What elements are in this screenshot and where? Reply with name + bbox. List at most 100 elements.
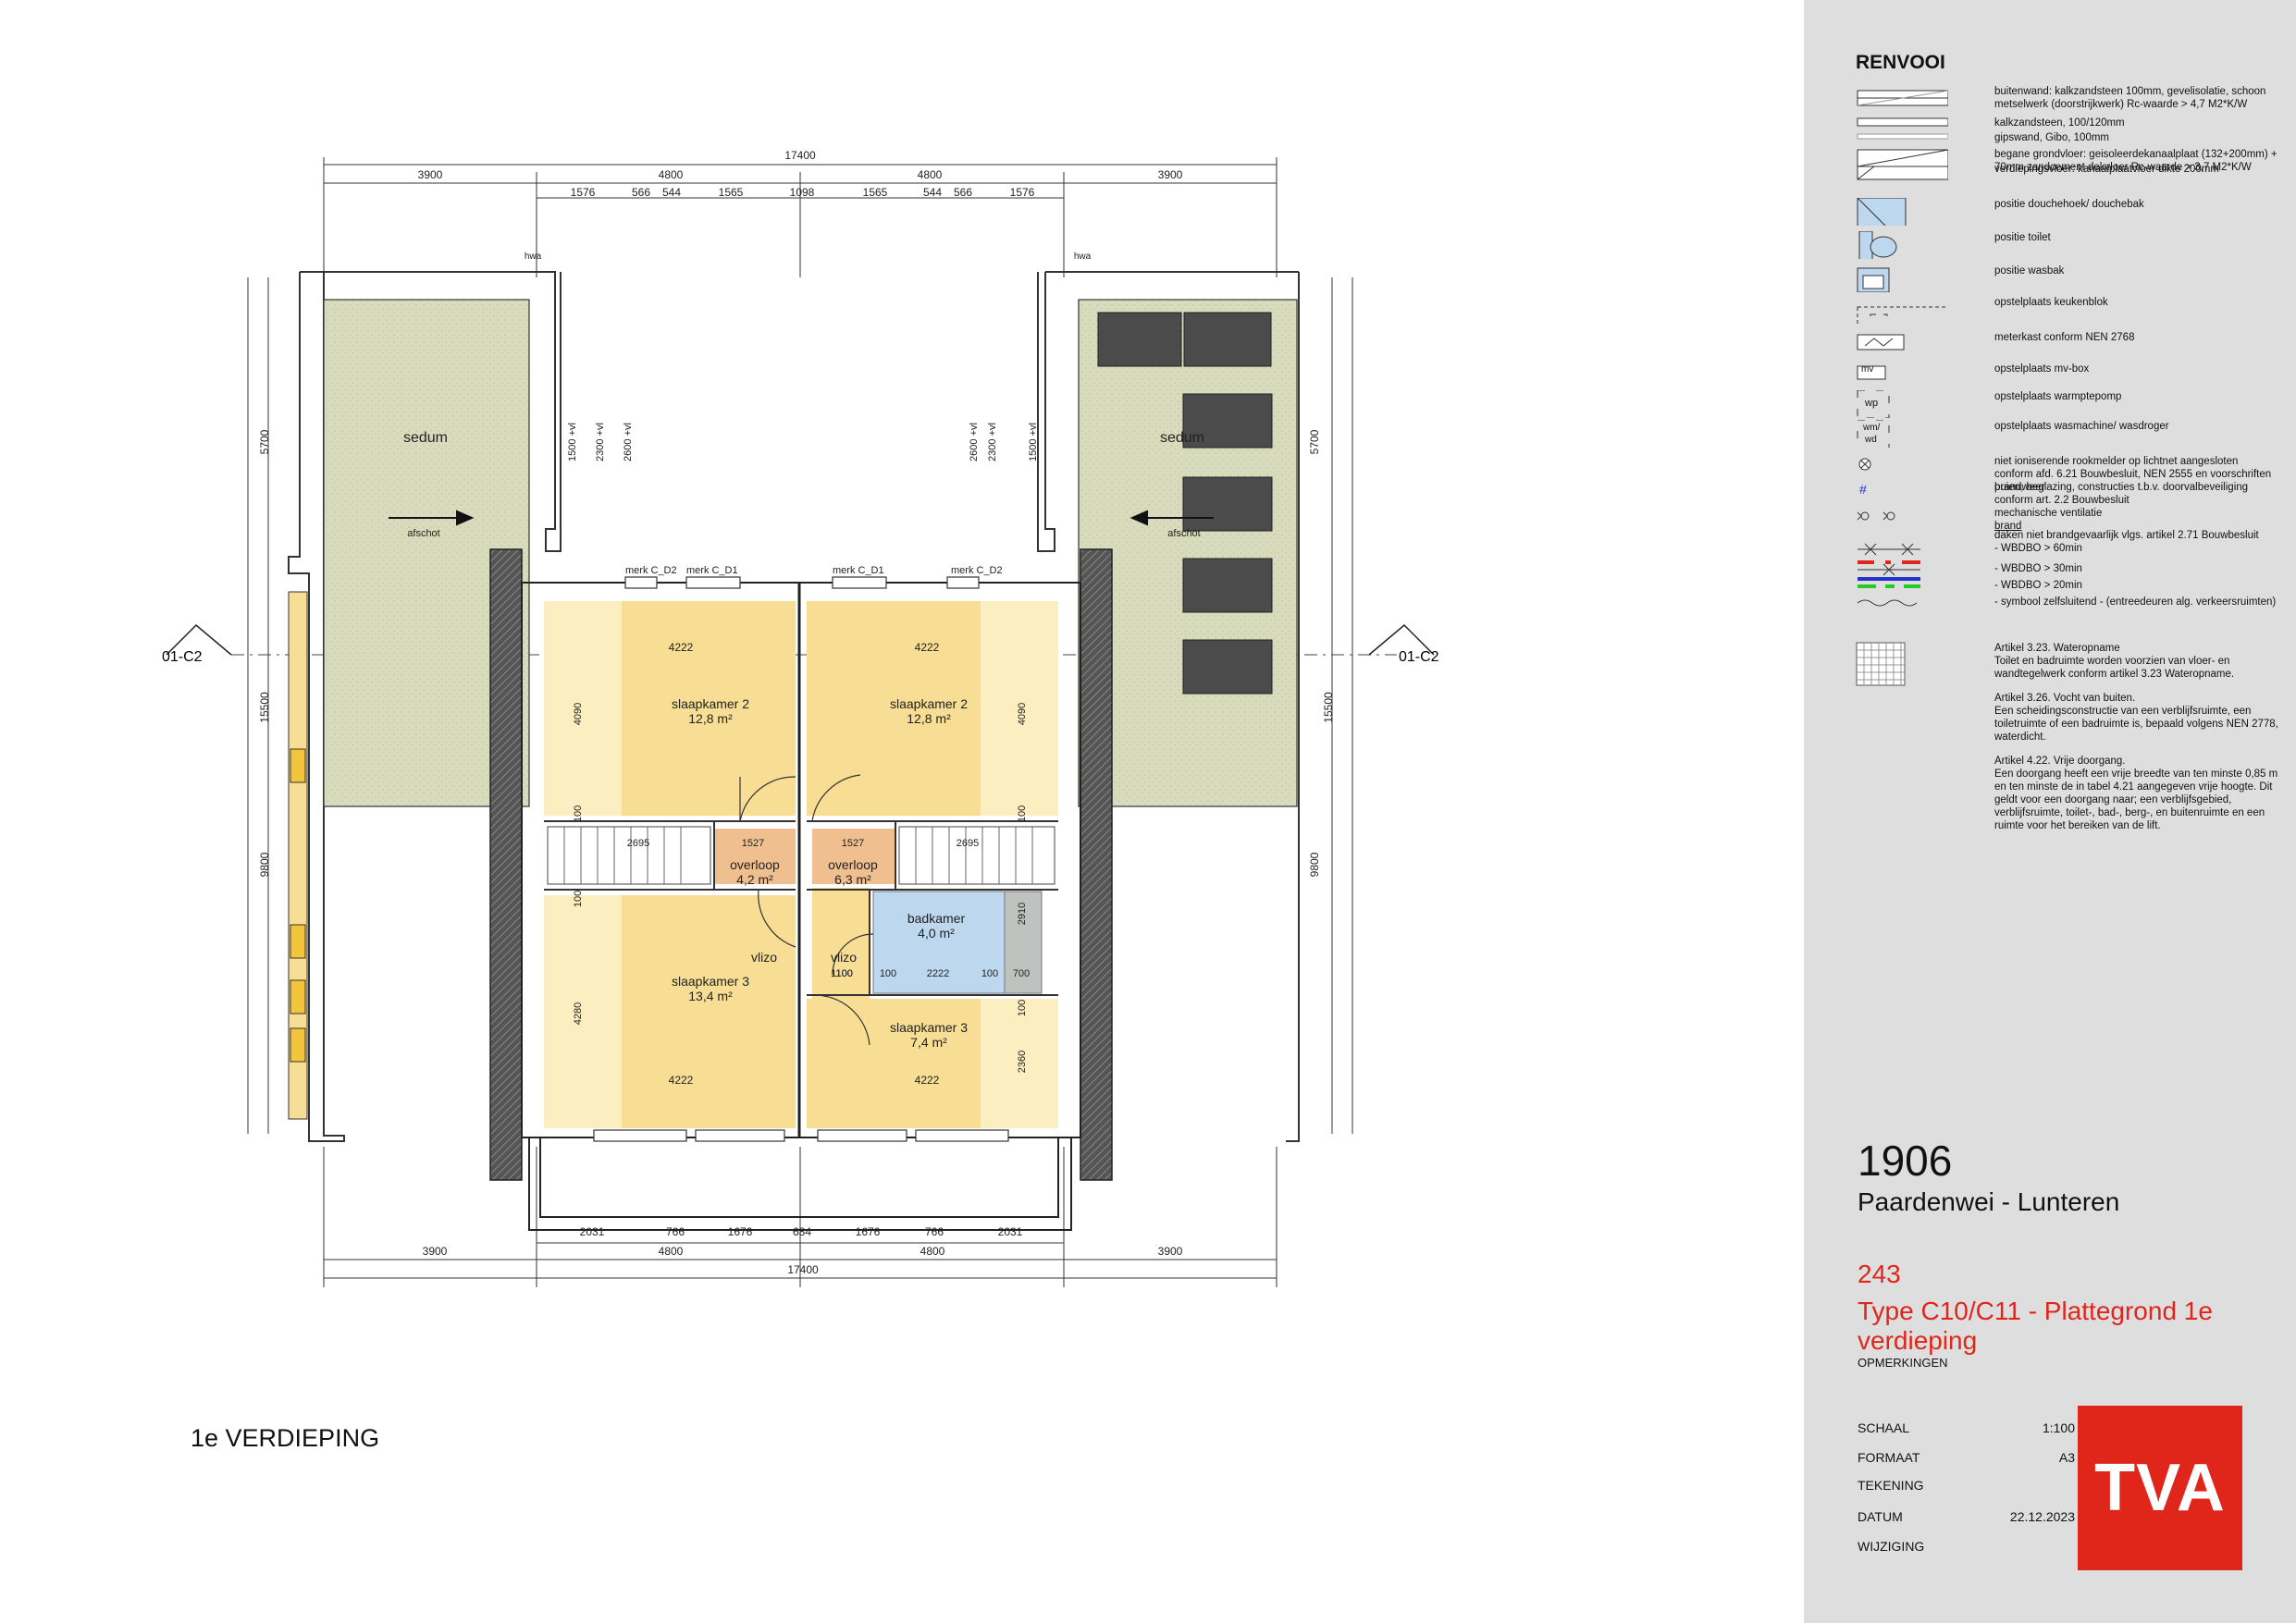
date-value: 22.12.2023: [2009, 1509, 2075, 1524]
legend-text: positie toilet: [1994, 232, 2051, 243]
legend-item: - WBDBO > 20min: [1856, 579, 2281, 592]
dim-top-detail: 566: [954, 186, 972, 199]
room-name: overloop: [730, 857, 780, 872]
legend-text: mechanische ventilatie: [1994, 508, 2103, 519]
sedum-label: sedum: [403, 430, 448, 446]
legend-text: - WBDBO > 60min: [1994, 543, 2082, 554]
dim-top-detail: 544: [662, 186, 681, 199]
section-marker-right: 01-C2: [1399, 649, 1439, 665]
room-name: overloop: [828, 857, 878, 872]
dim-height: 1500 +vl: [567, 423, 578, 461]
legend-item: # puien, beglazing, constructies t.b.v. d…: [1856, 481, 2281, 507]
legend-item: kalkzandsteen, 100/120mm: [1856, 117, 2281, 129]
legend-text: opstelplaats mv-box: [1994, 363, 2090, 375]
change-label: WIJZIGING: [1858, 1539, 1925, 1554]
dim-bottom-segment: 3900: [423, 1245, 448, 1258]
room-width: 4222: [915, 1074, 940, 1087]
window-mark-label: merk C_D1: [686, 565, 738, 576]
article-text: Een scheidingsconstructie van een verbli…: [1994, 706, 2278, 743]
room-name: badkamer: [907, 911, 966, 926]
upper-floor-icon: [1857, 166, 1948, 180]
tva-logo: TVA: [2078, 1406, 2242, 1570]
legend-item: daken niet brandgevaarlijk vlgs. artikel…: [1856, 529, 2281, 542]
interior-dim: 1100: [831, 968, 853, 979]
dim-top-segment: 3900: [1158, 168, 1183, 181]
dim-left: 5700: [258, 429, 271, 454]
interior-dim: 1527: [842, 838, 864, 849]
dim-top-segment: 4800: [918, 168, 943, 181]
legend-item: mechanische ventilatie: [1856, 507, 2281, 521]
legend-text: buitenwand: kalkzandsteen 100mm, gevelis…: [1994, 86, 2266, 110]
section-marker-left: 01-C2: [162, 649, 203, 665]
article-title: Artikel 3.26. Vocht van buiten.: [1994, 693, 2136, 704]
room-width: 4222: [915, 641, 940, 654]
interior-dim: 100: [1017, 1000, 1028, 1016]
legend-title: RENVOOI: [1856, 52, 1945, 73]
floor-plan-drawing: 17400 3900 4800 4800 3900 1576 566 544 1…: [162, 149, 1439, 1287]
toilet-icon: [1858, 231, 1897, 259]
brick-wall-icon: [1857, 90, 1948, 106]
dim-bottom-segment: 3900: [1158, 1245, 1183, 1258]
article-paragraph: Artikel 4.22. Vrije doorgang. Een doorgan…: [1994, 755, 2281, 832]
room-area: 13,4 m²: [688, 989, 733, 1003]
window-mark-label: merk C_D2: [951, 565, 1003, 576]
window-mark-label: merk C_D1: [833, 565, 884, 576]
sedum-label: sedum: [1160, 430, 1204, 446]
dim-bottom-segment: 4800: [920, 1245, 945, 1258]
article-paragraph: Artikel 3.23. Wateropname Toilet en badru…: [1994, 642, 2281, 681]
legend-text: positie wasbak: [1994, 265, 2065, 277]
legend-text: positie douchehoek/ douchebak: [1994, 199, 2144, 210]
kitchen-icon: [1857, 306, 1948, 324]
interior-dim: 100: [880, 968, 896, 979]
merk-labels: merk C_D2 merk C_D1 merk C_D1 merk C_D2: [625, 565, 1003, 576]
interior-dim: 2695: [957, 838, 979, 849]
legend-symbol-label: wd: [1865, 435, 1877, 445]
interior-dim: 2360: [1017, 1051, 1028, 1073]
scale-value: 1:100: [2042, 1420, 2075, 1435]
title-sidebar: RENVOOI buitenwand: kalkzandsteen 100mm,…: [1804, 0, 2296, 1623]
rainwater-pipe-label: hwa: [1074, 252, 1092, 262]
interior-dim: 100: [1017, 805, 1028, 822]
legend-item: opstelplaats warmptepomp: [1856, 390, 2281, 418]
legend-item: positie toilet: [1856, 231, 2281, 259]
format-value: A3: [2058, 1450, 2075, 1465]
date-row: DATUM 22.12.2023: [1858, 1509, 2075, 1528]
interior-dim: 2222: [927, 968, 949, 979]
rainwater-pipe-label: hwa: [525, 252, 542, 262]
dim-right: 9800: [1308, 852, 1321, 877]
dim-top-detail: 1565: [863, 186, 888, 199]
legend-item: opstelplaats mv-box: [1856, 363, 2281, 380]
dim-height: 2600 +vl: [623, 423, 634, 461]
article-paragraph: Artikel 3.26. Vocht van buiten. Een schei…: [1994, 692, 2281, 744]
washbasin-icon: [1857, 267, 1890, 292]
legend-item: - WBDBO > 60min: [1856, 542, 2281, 564]
legend-item: buitenwand: kalkzandsteen 100mm, gevelis…: [1856, 85, 2281, 111]
dim-bottom-detail: 684: [793, 1225, 811, 1238]
remarks-label: OPMERKINGEN: [1858, 1356, 1948, 1370]
interior-dim: 2910: [1017, 903, 1028, 925]
dim-left: 9800: [258, 852, 271, 877]
interior-dim: 2695: [627, 838, 649, 849]
legend-symbol-label: wm/: [1863, 423, 1881, 433]
scale-row: SCHAAL 1:100: [1858, 1420, 2075, 1439]
dim-left: 15500: [258, 692, 271, 723]
dim-top-total: 17400: [784, 149, 816, 162]
drawing-label: TEKENING: [1858, 1478, 1924, 1493]
dim-top-detail: 1565: [719, 186, 744, 199]
change-row: WIJZIGING: [1858, 1539, 2075, 1557]
format-label: FORMAAT: [1858, 1450, 1920, 1465]
tile-grid-icon: [1856, 642, 1906, 686]
legend-text: daken niet brandgevaarlijk vlgs. artikel…: [1994, 530, 2259, 541]
legend-text: verdiepingsvloer: kanaalplaatvloer dikte…: [1994, 164, 2219, 175]
slope-label: afschot: [1167, 528, 1200, 539]
legend-text: - symbool zelfsluitend - (entreedeuren a…: [1994, 596, 2277, 608]
dim-bottom-total: 17400: [787, 1263, 819, 1276]
legend-item: meterkast conform NEN 2768: [1856, 331, 2281, 350]
legend-item: positie douchehoek/ douchebak: [1856, 198, 2281, 226]
project-number: 1906: [1858, 1137, 1953, 1185]
dim-top-detail: 544: [923, 186, 942, 199]
room-width: 4222: [669, 1074, 694, 1087]
floor-level-label: 1e VERDIEPING: [191, 1424, 380, 1452]
format-row: FORMAAT A3: [1858, 1450, 2075, 1469]
window-mark-label: merk C_D2: [625, 565, 677, 576]
